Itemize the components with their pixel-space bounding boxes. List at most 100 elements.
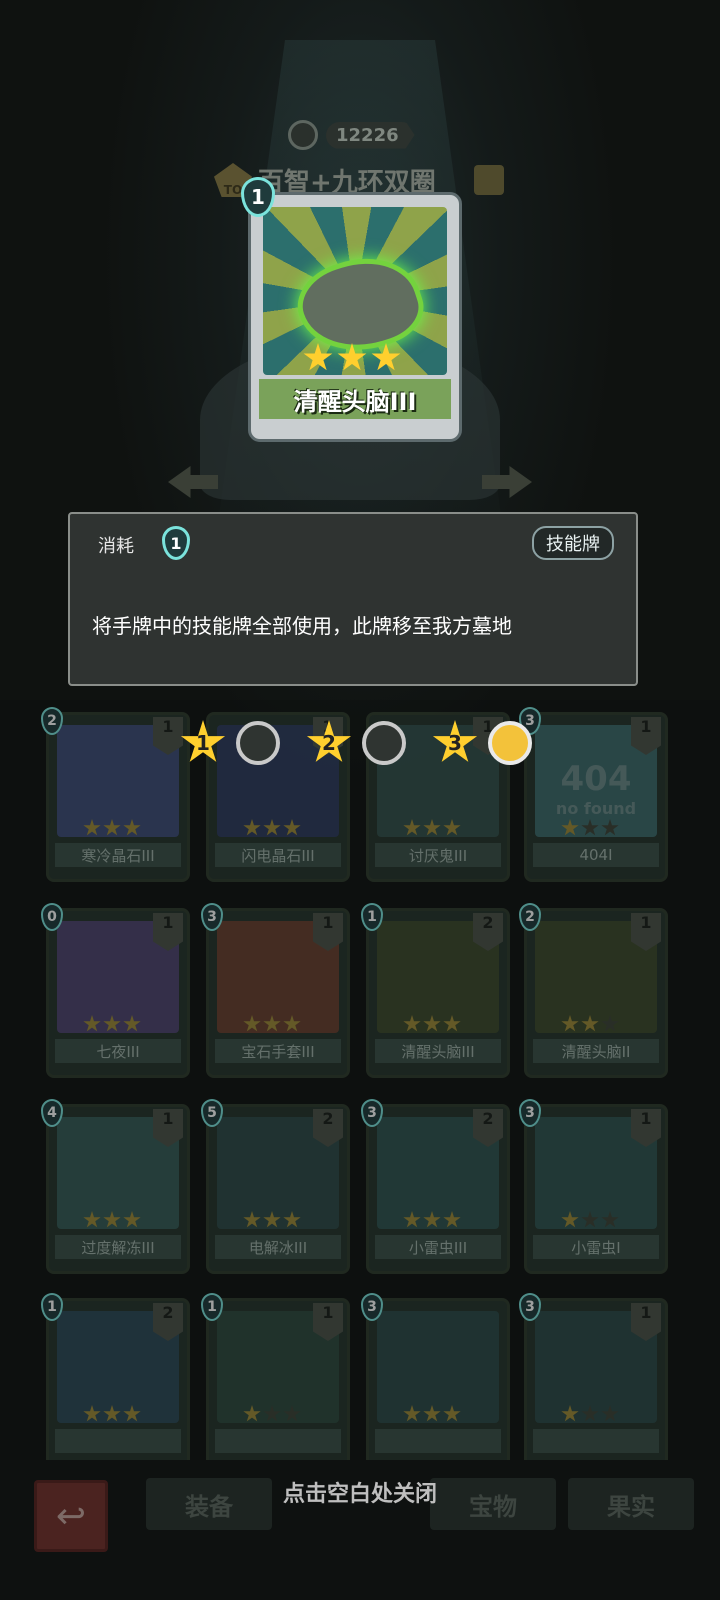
card-stars [403,1211,461,1229]
card-stars [83,819,141,837]
star-icon [123,1015,141,1032]
star-icon [83,819,101,836]
deck-card[interactable]: 七夜III 0 1 [41,903,190,1078]
card-name: 过度解冻III [55,1235,181,1259]
card-detail-panel: 消耗 1 技能牌 将手牌中的技能牌全部使用，此牌移至我方墓地 [68,512,638,686]
edit-icon [474,165,504,195]
card-stars [561,819,619,837]
star-icon [561,819,579,836]
star-icon [561,1405,579,1422]
close-hint[interactable]: 点击空白处关闭 [0,1476,720,1508]
star-icon [423,1015,441,1032]
card-name: 宝石手套III [215,1039,341,1063]
star-icon [443,1211,461,1228]
power-display: 12226 [288,118,428,152]
star-level-option[interactable]: 3 [432,720,532,766]
card-name: 电解冰III [215,1235,341,1259]
star-icon [283,1015,301,1032]
deck-card[interactable]: 过度解冻III 4 1 [41,1099,190,1274]
card-stars [243,1211,301,1229]
radio-indicator[interactable] [362,721,406,765]
radio-indicator[interactable] [488,721,532,765]
card-stars [83,1405,141,1423]
star-icon [443,819,461,836]
energy-drop-icon: 1 [162,526,190,560]
star-icon [283,1405,301,1422]
card-name: 小雷虫I [533,1235,659,1259]
card-stars [243,1015,301,1033]
star-icon: 3 [432,720,478,762]
star-level-option[interactable]: 2 [306,720,406,766]
deck-card[interactable]: 宝石手套III 3 1 [201,903,350,1078]
deck-card[interactable]: 清醒头脑II 2 1 [519,903,668,1078]
star-icon [581,819,599,836]
card-stars [561,1405,619,1423]
star-icon [263,1015,281,1032]
star-icon [561,1211,579,1228]
deck-card[interactable]: 电解冰III 5 2 [201,1099,350,1274]
featured-card: 清醒头脑III 1 [241,177,462,442]
deck-card[interactable]: 小雷虫I 3 1 [519,1099,668,1274]
star-icon [83,1211,101,1228]
card-name: 七夜III [55,1039,181,1063]
deck-card[interactable]: 小雷虫III 3 2 [361,1099,510,1274]
deck-card[interactable]: 11 [201,1293,350,1468]
star-icon [601,1015,619,1032]
star-icon [423,819,441,836]
star-icon [443,1405,461,1422]
star-icon: 2 [306,720,352,762]
star-icon [443,1015,461,1032]
deck-card[interactable]: 12 [41,1293,190,1468]
star-icon [123,1211,141,1228]
card-name: 闪电晶石III [215,843,341,867]
star-icon [601,819,619,836]
star-icon [283,819,301,836]
card-stars [243,819,301,837]
card-stars [561,1211,619,1229]
star-icon [243,1015,261,1032]
deck-card[interactable]: 404 no found 404I 3 1 [519,707,668,882]
radio-indicator[interactable] [236,721,280,765]
card-name: 小雷虫III [375,1235,501,1259]
star-icon [123,819,141,836]
star-icon [263,1211,281,1228]
star-icon [601,1211,619,1228]
card-name: 404I [533,843,659,867]
featured-card-stars [303,343,401,373]
star-icon [581,1405,599,1422]
star-icon [103,819,121,836]
deck-card[interactable]: 清醒头脑III 1 2 [361,903,510,1078]
star-icon [243,1211,261,1228]
card-type-tag: 技能牌 [532,526,614,560]
star-icon [243,819,261,836]
card-stars [403,1015,461,1033]
card-name [533,1429,659,1453]
card-art-subtext: no found [555,799,637,818]
deck-card[interactable]: 31 [519,1293,668,1468]
card-name [215,1429,341,1453]
star-icon [403,1405,421,1422]
star-icon [561,1015,579,1032]
star-icon [403,819,421,836]
card-name [375,1429,501,1453]
card-name: 讨厌鬼III [375,843,501,867]
star-icon [263,1405,281,1422]
star-icon [423,1211,441,1228]
star-icon: 1 [180,720,226,762]
card-description: 将手牌中的技能牌全部使用，此牌移至我方墓地 [92,614,512,638]
star-icon [283,1211,301,1228]
card-name: 寒冷晶石III [55,843,181,867]
card-stars [403,819,461,837]
star-icon [83,1015,101,1032]
card-name: 清醒头脑III [375,1039,501,1063]
power-icon [288,120,318,150]
star-level-option[interactable]: 1 [180,720,280,766]
cost-label: 消耗 [98,536,134,557]
card-name [55,1429,181,1453]
deck-card[interactable]: 寒冷晶石III 2 1 [41,707,190,882]
card-art-text: 404 [560,759,632,799]
card-stars [561,1015,619,1033]
star-icon [601,1405,619,1422]
star-icon [581,1015,599,1032]
deck-card[interactable]: 3 [361,1293,510,1468]
